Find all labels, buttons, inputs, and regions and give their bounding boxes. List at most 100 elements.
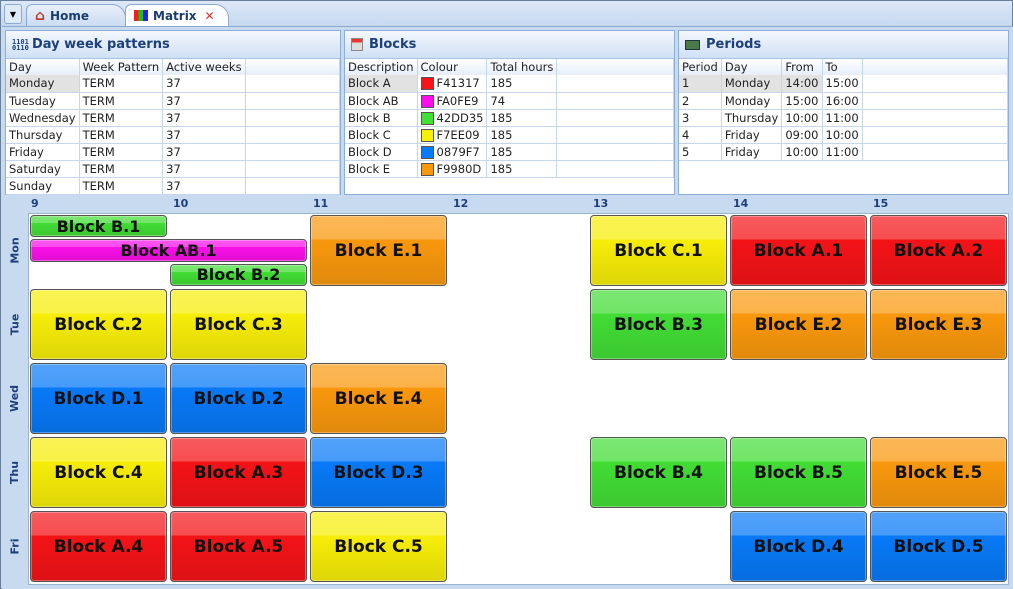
table-cell: Friday — [721, 143, 783, 161]
timetable-block[interactable]: Block B.1 — [30, 215, 167, 238]
table-row[interactable]: 3 Thursday 10:00 11:00 — [679, 109, 1009, 127]
timetable-block[interactable]: Block C.2 — [30, 289, 167, 360]
cell-text: TERM — [82, 110, 115, 125]
cell-text: 37 — [166, 161, 181, 176]
periods-table: Period Day From To 1 Monday 14:00 15:00 2 Monday 1… — [679, 59, 1009, 161]
timetable-block[interactable]: Block D.3 — [310, 437, 447, 508]
table-row[interactable]: 5 Friday 10:00 11:00 — [679, 143, 1009, 161]
table-cell: TERM — [79, 160, 164, 178]
table-cell: 37 — [162, 177, 246, 195]
timetable-block[interactable]: Block D.1 — [30, 363, 167, 434]
column-header[interactable]: Day — [6, 59, 80, 75]
table-row[interactable]: Block C F7EE09 185 — [345, 126, 674, 144]
timetable-block[interactable]: Block C.5 — [310, 511, 447, 582]
table-cell-empty — [556, 75, 674, 93]
table-cell: Saturday — [6, 160, 80, 178]
timetable-block[interactable]: Block E.3 — [870, 289, 1007, 360]
cell-text: 185 — [490, 76, 513, 91]
table-cell: 3 — [679, 109, 722, 127]
table-cell: F7EE09 — [417, 126, 488, 144]
timetable-block[interactable]: Block D.2 — [170, 363, 307, 434]
cell-text: Saturday — [9, 161, 61, 176]
cell-text: Block E — [348, 161, 391, 176]
table-row[interactable]: Saturday TERM 37 — [6, 160, 341, 178]
column-filler — [862, 59, 1009, 75]
table-cell: 37 — [162, 143, 246, 161]
table-row[interactable]: Sunday TERM 37 — [6, 177, 341, 195]
column-header[interactable]: Active weeks — [162, 59, 246, 75]
cell-text: 42DD35 — [436, 110, 484, 125]
column-header[interactable]: Week Pattern — [79, 59, 164, 75]
table-row[interactable]: Friday TERM 37 — [6, 143, 341, 161]
cell-text: 0879F7 — [436, 144, 480, 159]
timetable-block[interactable]: Block B.5 — [730, 437, 867, 508]
table-row[interactable]: Block B 42DD35 185 — [345, 109, 674, 127]
cell-text: TERM — [82, 76, 115, 91]
timetable-block[interactable]: Block A.2 — [870, 215, 1007, 286]
table-row[interactable]: Block E F9980D 185 — [345, 160, 674, 178]
timetable-block[interactable]: Block B.3 — [590, 289, 727, 360]
table-row[interactable]: 1 Monday 14:00 15:00 — [679, 75, 1009, 93]
column-header[interactable]: To — [822, 59, 863, 75]
close-tab-icon[interactable]: ✕ — [205, 9, 215, 23]
table-cell: Block B — [345, 109, 418, 127]
timetable-block[interactable]: Block B.2 — [170, 263, 307, 286]
timetable-block[interactable]: Block B.4 — [590, 437, 727, 508]
table-row[interactable]: 4 Friday 09:00 10:00 — [679, 126, 1009, 144]
cell-text: 37 — [166, 144, 181, 159]
day-label: Tue — [4, 287, 26, 361]
timetable-block[interactable]: Block A.5 — [170, 511, 307, 582]
column-header[interactable]: Day — [721, 59, 783, 75]
table-cell: Monday — [6, 75, 80, 93]
timetable-block[interactable]: Block AB.1 — [30, 239, 307, 262]
table-cell-empty — [862, 92, 1009, 110]
table-row[interactable]: Tuesday TERM 37 — [6, 92, 341, 110]
block-label: Block A.4 — [53, 536, 144, 557]
cell-text: Tuesday — [9, 93, 56, 108]
timetable-block[interactable]: Block D.5 — [870, 511, 1007, 582]
table-row[interactable]: Thursday TERM 37 — [6, 126, 341, 144]
table-cell: Thursday — [721, 109, 783, 127]
table-row[interactable]: Block A F41317 185 — [345, 75, 674, 93]
day-label-text: Mon — [8, 236, 22, 264]
column-header[interactable]: From — [781, 59, 823, 75]
column-header[interactable]: Description — [345, 59, 418, 75]
column-header[interactable]: Colour — [417, 59, 488, 75]
table-row[interactable]: Wednesday TERM 37 — [6, 109, 341, 127]
timetable-block[interactable]: Block E.1 — [310, 215, 447, 286]
table-cell: 185 — [486, 126, 558, 144]
timetable-block[interactable]: Block E.4 — [310, 363, 447, 434]
timetable-block[interactable]: Block A.3 — [170, 437, 307, 508]
colour-swatch — [420, 77, 434, 91]
tab-home[interactable]: ⌂ Home — [26, 4, 126, 26]
timetable-block[interactable]: Block C.3 — [170, 289, 307, 360]
column-header[interactable]: Period — [679, 59, 722, 75]
timetable-block[interactable]: Block E.5 — [870, 437, 1007, 508]
cell-text: TERM — [82, 144, 115, 159]
table-cell-empty — [556, 160, 674, 178]
timetable-block[interactable]: Block D.4 — [730, 511, 867, 582]
timetable-block[interactable]: Block A.4 — [30, 511, 167, 582]
table-cell-empty — [862, 126, 1009, 144]
table-row[interactable]: Monday TERM 37 — [6, 75, 341, 93]
table-row[interactable]: Block D 0879F7 185 — [345, 143, 674, 161]
column-header[interactable]: Total hours — [486, 59, 558, 75]
tab-menu-button[interactable]: ▼ — [4, 4, 22, 24]
timetable-block[interactable]: Block E.2 — [730, 289, 867, 360]
cell-text: 37 — [166, 76, 181, 91]
blocks-icon — [351, 38, 363, 51]
table-cell-empty — [245, 75, 341, 93]
hour-label: 10 — [173, 197, 189, 210]
cell-text: Friday — [724, 127, 760, 142]
table-row[interactable]: 2 Monday 15:00 16:00 — [679, 92, 1009, 110]
table-cell: Tuesday — [6, 92, 80, 110]
table-cell: Block D — [345, 143, 418, 161]
table-cell: TERM — [79, 143, 164, 161]
table-row[interactable]: Block AB FA0FE9 74 — [345, 92, 674, 110]
timetable-block[interactable]: Block C.4 — [30, 437, 167, 508]
timetable-block[interactable]: Block A.1 — [730, 215, 867, 286]
table-cell: 42DD35 — [417, 109, 488, 127]
cell-text: Monday — [724, 76, 771, 91]
tab-matrix[interactable]: Matrix ✕ — [125, 4, 229, 26]
timetable-block[interactable]: Block C.1 — [590, 215, 727, 286]
